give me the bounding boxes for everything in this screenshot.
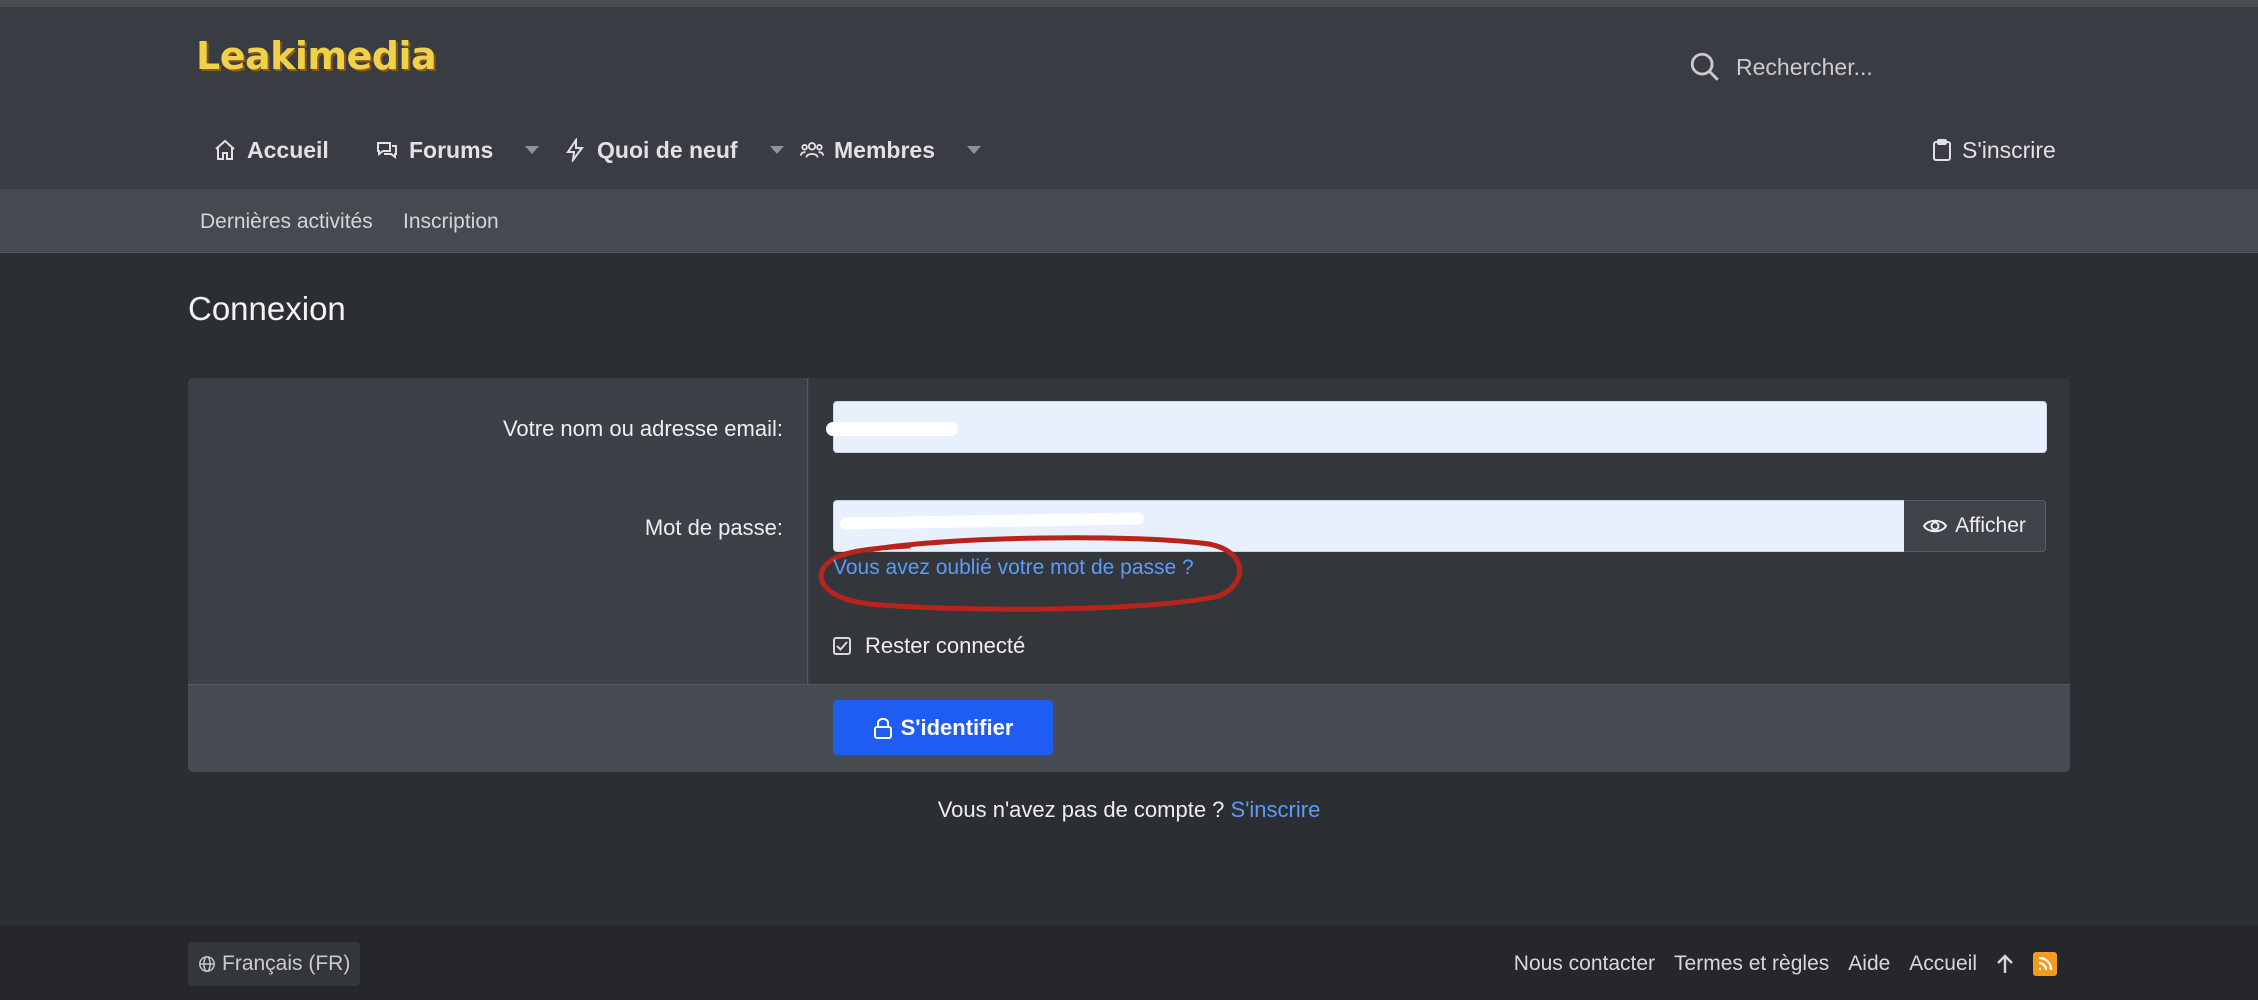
username-input[interactable] (834, 402, 2046, 452)
search-input[interactable] (1736, 53, 1936, 81)
rss-icon[interactable] (2033, 952, 2057, 976)
main-nav: Accueil Forums Quoi de neuf Membres (0, 125, 2258, 175)
show-password-label: Afficher (1955, 514, 2026, 537)
search-icon (1690, 52, 1719, 81)
form-footer: S'identifier (188, 684, 2070, 772)
chevron-down-icon[interactable] (966, 146, 981, 154)
login-form: Votre nom ou adresse email: Mot de passe… (188, 378, 2070, 772)
header-register-label: S'inscrire (1962, 136, 2056, 163)
search-box[interactable] (1688, 47, 1936, 87)
nav-members-label: Membres (834, 136, 935, 163)
lock-icon (873, 717, 892, 739)
window-top-border (0, 0, 2258, 7)
page-title: Connexion (188, 290, 346, 327)
site-logo[interactable]: Leakimedia (196, 34, 437, 78)
bolt-icon (566, 138, 584, 162)
header-register-link[interactable]: S'inscrire (1932, 125, 2056, 175)
form-fields-column: Afficher Vous avez oublié votre mot de p… (809, 378, 2070, 684)
check-icon (836, 641, 848, 651)
signup-link[interactable]: S'inscrire (1231, 797, 1321, 822)
form-labels-column: Votre nom ou adresse email: Mot de passe… (188, 378, 808, 684)
home-icon (215, 139, 235, 160)
site-footer: Français (FR) Nous contacter Termes et r… (0, 926, 2258, 1000)
remember-me[interactable]: Rester connecté (833, 633, 1025, 659)
globe-icon (199, 956, 215, 972)
nav-whats-new-label: Quoi de neuf (597, 136, 738, 163)
footer-home-link[interactable]: Accueil (1909, 952, 1977, 976)
footer-links: Nous contacter Termes et règles Aide Acc… (1514, 942, 2057, 986)
language-label: Français (FR) (222, 952, 351, 975)
username-field-wrapper (826, 401, 2047, 453)
arrow-up-icon[interactable] (1996, 954, 2014, 974)
remember-me-label: Rester connecté (865, 633, 1026, 658)
nav-members[interactable]: Membres (800, 125, 981, 175)
subnav-signup[interactable]: Inscription (403, 210, 499, 234)
users-icon (800, 142, 824, 158)
eye-icon (1923, 519, 1948, 533)
chevron-down-icon[interactable] (769, 146, 784, 154)
nav-whats-new[interactable]: Quoi de neuf (563, 125, 784, 175)
signup-prompt: Vous n'avez pas de compte ? S'inscrire (0, 797, 2258, 823)
chevron-down-icon[interactable] (525, 146, 540, 154)
footer-terms-link[interactable]: Termes et règles (1674, 952, 1829, 976)
password-label: Mot de passe: (644, 515, 783, 540)
chat-bubbles-icon (377, 142, 397, 159)
sub-nav: Dernières activités Inscription (0, 189, 2258, 253)
nav-forums[interactable]: Forums (375, 125, 540, 175)
redaction-scribble (826, 422, 958, 436)
signup-prompt-text: Vous n'avez pas de compte ? (937, 797, 1231, 822)
subnav-recent-activity[interactable]: Dernières activités (200, 210, 373, 234)
forgot-password-link[interactable]: Vous avez oublié votre mot de passe ? (833, 556, 1194, 580)
nav-forums-label: Forums (409, 136, 494, 163)
language-selector[interactable]: Français (FR) (188, 942, 361, 986)
remember-me-checkbox[interactable] (833, 637, 851, 655)
footer-help-link[interactable]: Aide (1848, 952, 1890, 976)
login-submit-button[interactable]: S'identifier (833, 700, 1053, 755)
clipboard-icon (1933, 139, 1951, 161)
footer-contact-link[interactable]: Nous contacter (1514, 952, 1655, 976)
nav-home[interactable]: Accueil (213, 125, 329, 175)
nav-home-label: Accueil (247, 136, 329, 163)
login-submit-label: S'identifier (900, 714, 1014, 740)
show-password-button[interactable]: Afficher (1904, 500, 2046, 552)
username-label: Votre nom ou adresse email: (502, 416, 783, 441)
